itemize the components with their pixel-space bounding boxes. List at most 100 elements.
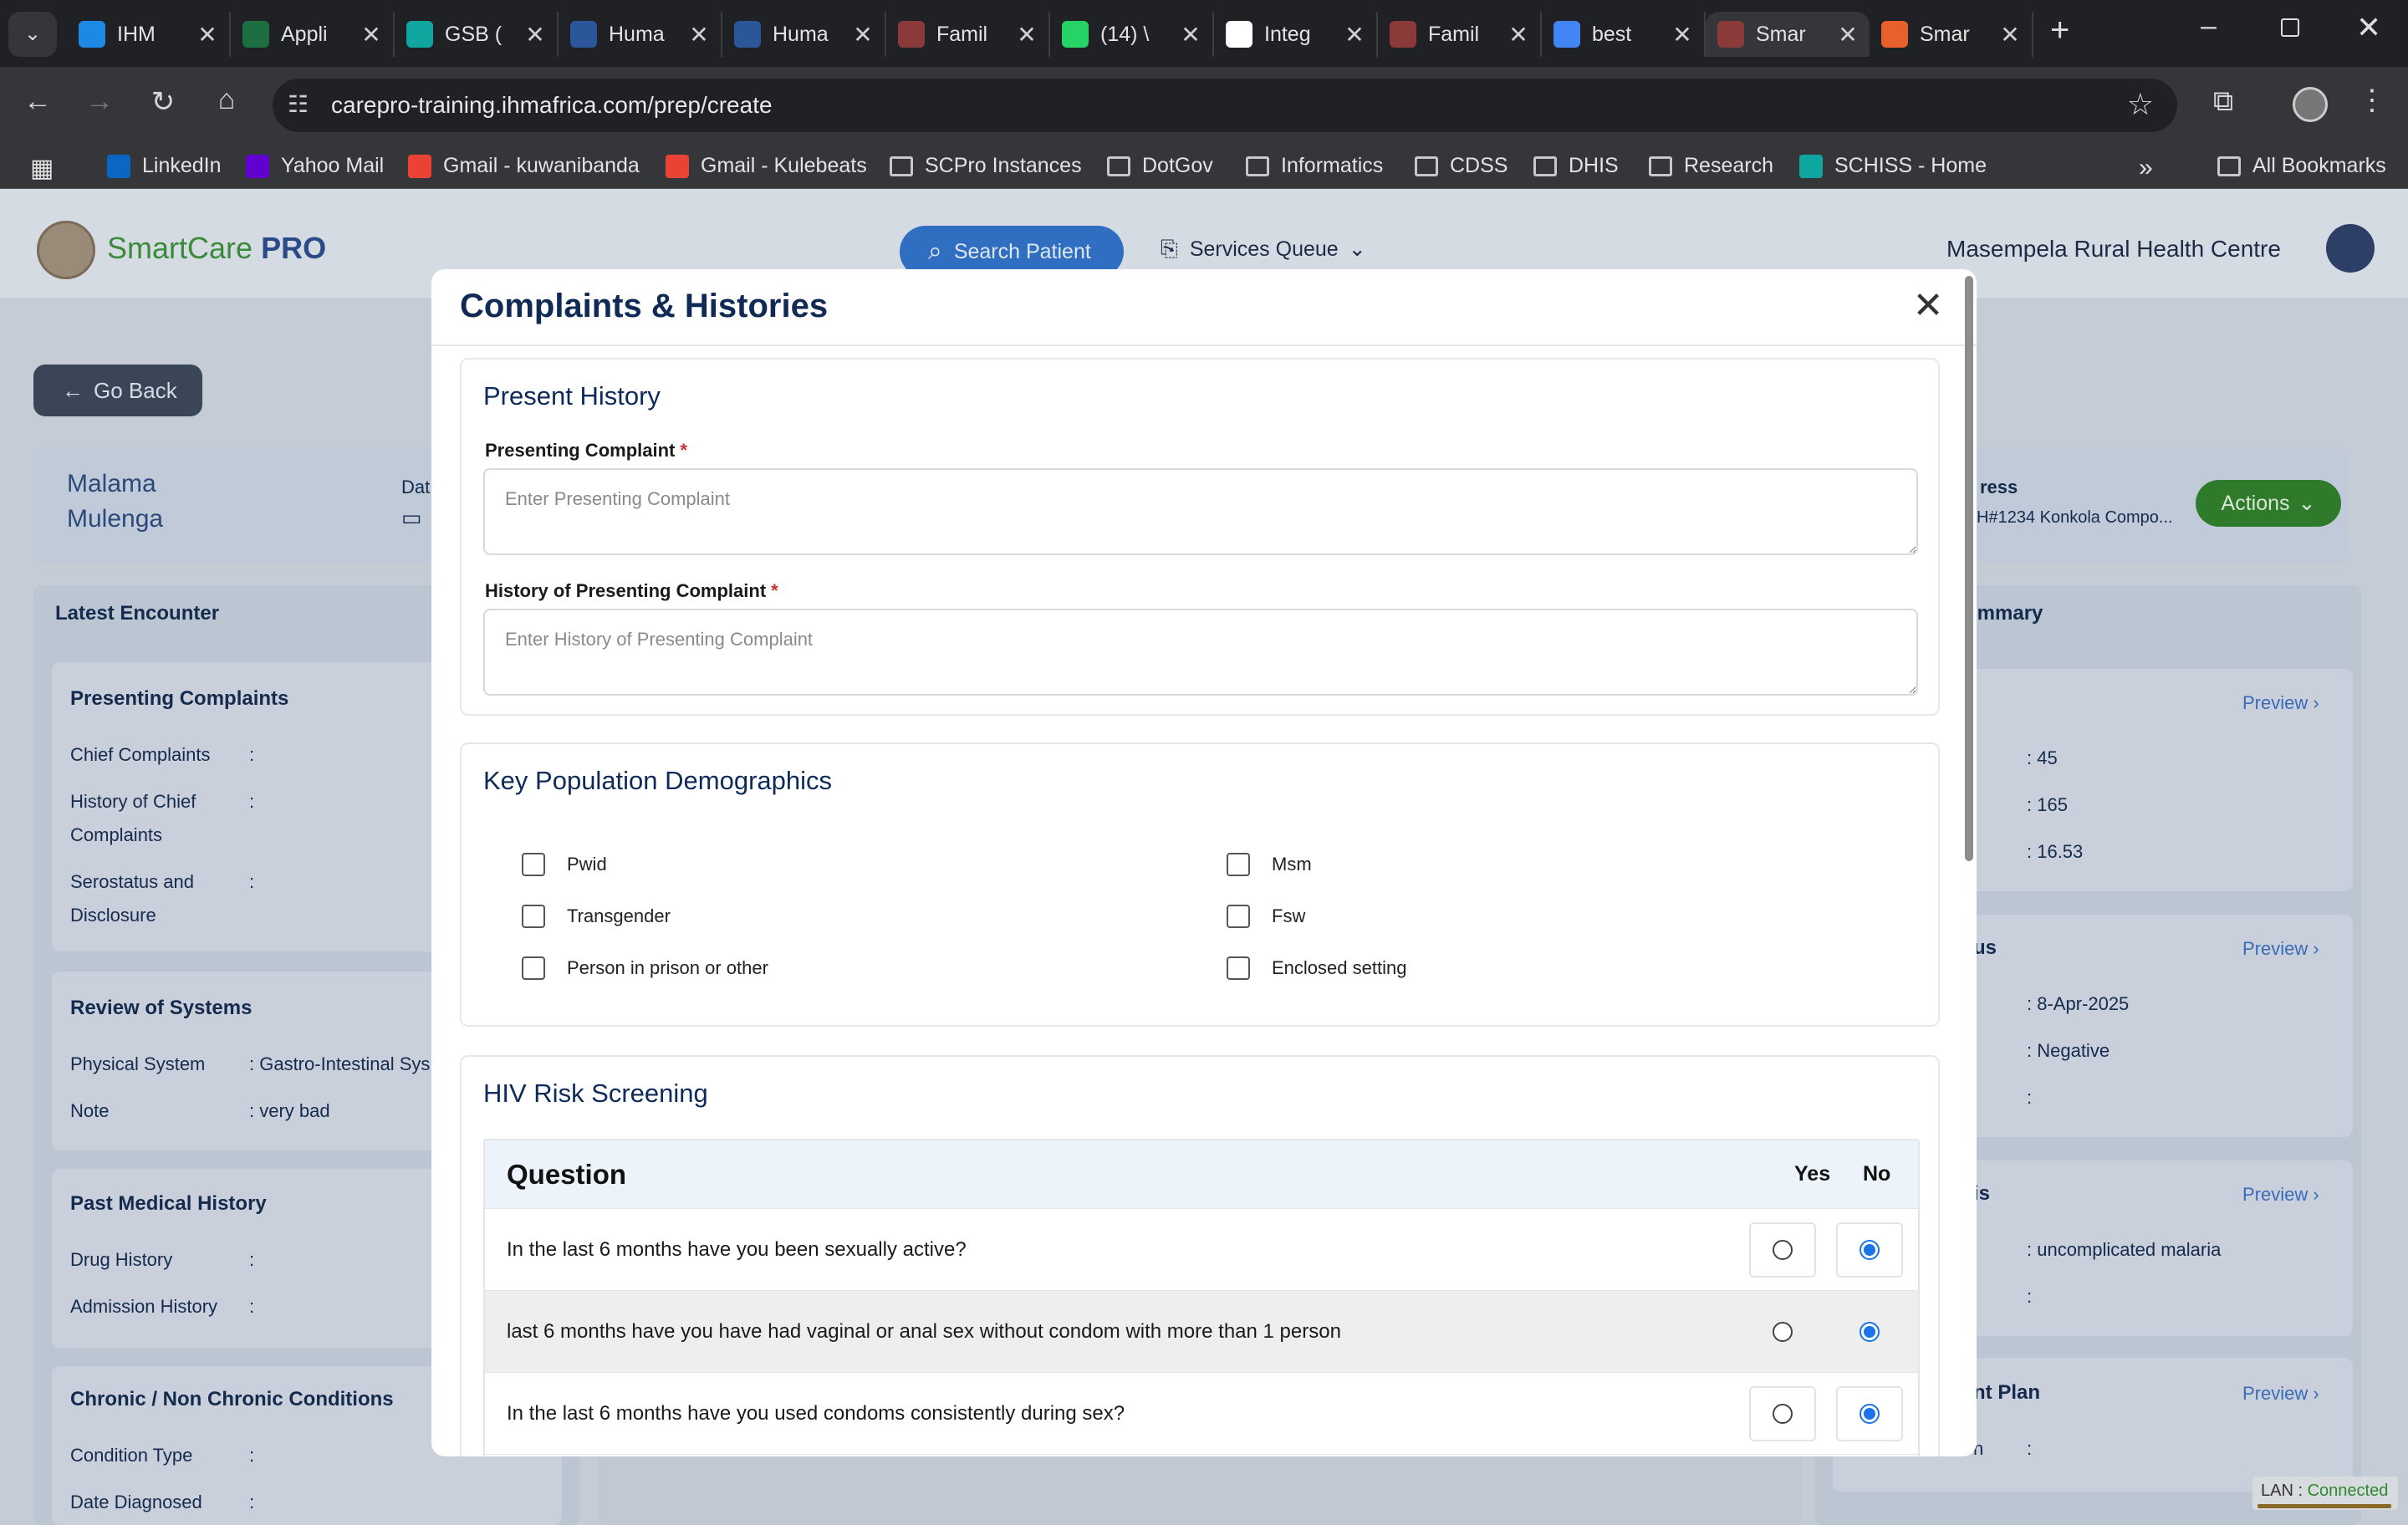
kp-checkbox[interactable]: Fsw (1227, 905, 1305, 928)
close-tab-icon[interactable]: ✕ (1838, 21, 1858, 48)
browser-tab[interactable]: Huma ✕ (722, 12, 886, 57)
bookmark-item[interactable]: Gmail - Kulebeats (666, 154, 867, 178)
bookmark-item[interactable]: CDSS (1415, 154, 1508, 178)
modal-scrollbar[interactable] (1965, 276, 1973, 861)
apps-grid-icon[interactable]: ▦ (30, 154, 54, 183)
bookmark-item[interactable]: DotGov (1107, 154, 1213, 178)
kp-checkbox[interactable]: Enclosed setting (1227, 956, 1406, 980)
risk-question-text: In the last 6 months have you been sexua… (507, 1237, 967, 1261)
browser-tab[interactable]: Appli ✕ (231, 12, 395, 57)
restore-window-icon[interactable] (2281, 18, 2299, 37)
bookmark-item[interactable]: SCHISS - Home (1799, 154, 1987, 178)
history-presenting-complaint-input[interactable] (483, 609, 1918, 696)
forward-arrow-icon[interactable]: → (79, 85, 120, 118)
checkbox-box[interactable] (1227, 956, 1250, 980)
kp-checkbox[interactable]: Person in prison or other (522, 956, 768, 980)
home-icon[interactable]: ⌂ (206, 84, 247, 116)
checkbox-box[interactable] (522, 956, 545, 980)
kp-checkbox[interactable]: Transgender (522, 905, 671, 928)
bookmark-favicon-icon (408, 154, 431, 178)
no-radio[interactable] (1836, 1386, 1903, 1441)
close-tab-icon[interactable]: ✕ (197, 21, 217, 48)
bookmark-item[interactable]: Gmail - kuwanibanda (408, 154, 640, 178)
tab-search-button[interactable]: ⌄ (8, 12, 57, 57)
all-bookmarks[interactable]: All Bookmarks (2217, 154, 2386, 178)
browser-tab[interactable]: (14) \ ✕ (1050, 12, 1214, 57)
close-tab-icon[interactable]: ✕ (1017, 21, 1037, 48)
condition-type-label: Condition Type (70, 1445, 193, 1466)
radio-circle[interactable] (1860, 1404, 1880, 1424)
browser-tab[interactable]: best ✕ (1542, 12, 1706, 57)
kp-checkbox-label: Pwid (567, 854, 607, 875)
user-avatar-icon[interactable] (2326, 224, 2375, 273)
close-tab-icon[interactable]: ✕ (689, 21, 709, 48)
close-tab-icon[interactable]: ✕ (1672, 21, 1692, 48)
browser-tab[interactable]: Huma ✕ (559, 12, 722, 57)
bookmark-item[interactable]: Yahoo Mail (246, 154, 384, 178)
close-icon[interactable]: ✕ (1908, 288, 1948, 328)
site-info-icon[interactable]: ☷ (288, 90, 309, 118)
close-tab-icon[interactable]: ✕ (1181, 21, 1201, 48)
bookmarks-overflow-icon[interactable]: » (2139, 154, 2153, 182)
bookmark-item[interactable]: DHIS (1533, 154, 1619, 178)
reload-icon[interactable]: ↻ (142, 85, 184, 119)
preview-link[interactable]: Preview › (2242, 1184, 2319, 1206)
kp-checkbox[interactable]: Msm (1227, 853, 1312, 876)
browser-tab[interactable]: Smar ✕ (1870, 12, 2033, 57)
address-bar[interactable]: ☷ carepro-training.ihmafrica.com/prep/cr… (273, 79, 2177, 132)
close-tab-icon[interactable]: ✕ (1508, 21, 1528, 48)
radio-circle[interactable] (1773, 1240, 1793, 1260)
browser-tab[interactable]: IHM ✕ (67, 12, 231, 57)
new-tab-icon[interactable]: + (2050, 12, 2069, 49)
browser-tab[interactable]: Integ ✕ (1214, 12, 1378, 57)
preview-link[interactable]: Preview › (2242, 938, 2319, 960)
preview-link[interactable]: Preview › (2242, 1383, 2319, 1405)
brand-smartcare: SmartCare (107, 231, 253, 265)
close-tab-icon[interactable]: ✕ (853, 21, 873, 48)
actions-button[interactable]: Actions ⌄ (2196, 480, 2341, 527)
tab-favicon-icon (242, 21, 269, 48)
no-radio[interactable] (1836, 1304, 1903, 1359)
close-tab-icon[interactable]: ✕ (525, 21, 545, 48)
checkbox-box[interactable] (1227, 905, 1250, 928)
browser-tab[interactable]: Famil ✕ (886, 12, 1050, 57)
preview-link[interactable]: Preview › (2242, 692, 2319, 714)
services-queue-menu[interactable]: ⎘ Services Queue ⌄ (1161, 236, 1366, 263)
close-tab-icon[interactable]: ✕ (361, 21, 381, 48)
tab-title: IHM (117, 22, 156, 46)
bookmark-item[interactable]: Informatics (1246, 154, 1383, 178)
no-radio[interactable] (1836, 1222, 1903, 1278)
kp-checkbox[interactable]: Pwid (522, 853, 607, 876)
browser-tab[interactable]: GSB (✕ (395, 12, 559, 57)
radio-circle[interactable] (1860, 1240, 1880, 1260)
extensions-icon[interactable]: ⧉ (2202, 85, 2244, 118)
bookmark-item[interactable]: SCPro Instances (890, 154, 1082, 178)
checkbox-box[interactable] (1227, 853, 1250, 876)
folder-icon (1649, 156, 1672, 176)
bookmark-item[interactable]: Research (1649, 154, 1773, 178)
back-arrow-icon[interactable]: ← (17, 85, 59, 118)
yes-radio[interactable] (1749, 1304, 1816, 1359)
browser-tab[interactable]: Famil ✕ (1378, 12, 1542, 57)
browser-tab[interactable]: Smar ✕ (1706, 12, 1870, 57)
bookmark-item[interactable]: LinkedIn (107, 154, 222, 178)
yes-radio[interactable] (1749, 1222, 1816, 1278)
preview-label: Preview (2242, 1383, 2309, 1404)
bookmark-label: Gmail - Kulebeats (701, 154, 867, 177)
radio-circle[interactable] (1860, 1322, 1880, 1342)
go-back-button[interactable]: ← Go Back (33, 365, 202, 416)
tab-favicon-icon (570, 21, 597, 48)
yes-radio[interactable] (1749, 1386, 1816, 1441)
close-tab-icon[interactable]: ✕ (1344, 21, 1365, 48)
radio-circle[interactable] (1773, 1322, 1793, 1342)
radio-circle[interactable] (1773, 1404, 1793, 1424)
close-tab-icon[interactable]: ✕ (2000, 21, 2020, 48)
presenting-complaint-input[interactable] (483, 468, 1918, 555)
bookmark-star-icon[interactable]: ☆ (2127, 87, 2154, 122)
browser-menu-icon[interactable]: ⋮ (2351, 84, 2393, 117)
close-window-icon[interactable]: ✕ (2356, 10, 2381, 45)
checkbox-box[interactable] (522, 853, 545, 876)
minimize-window-icon[interactable]: – (2201, 10, 2217, 43)
profile-avatar-icon[interactable] (2293, 87, 2328, 122)
checkbox-box[interactable] (522, 905, 545, 928)
